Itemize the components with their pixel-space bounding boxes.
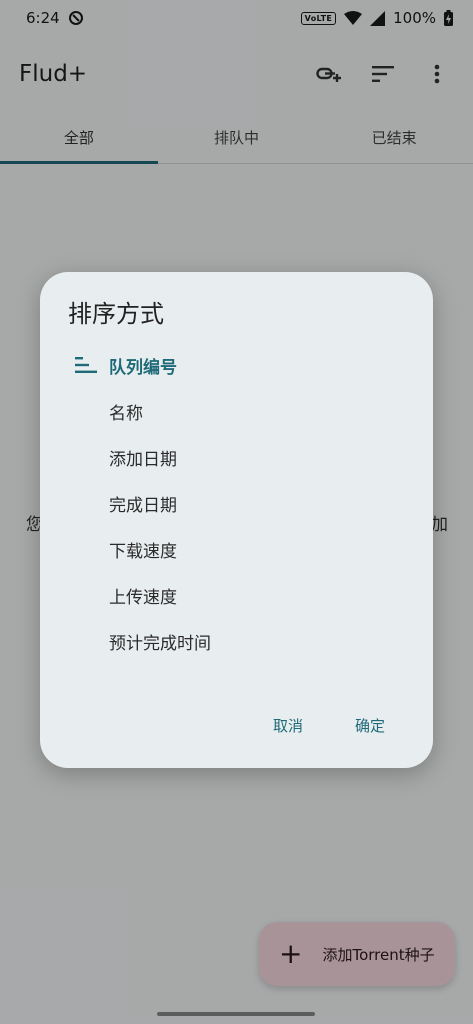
sort-option-label: 名称 <box>109 403 143 424</box>
cancel-button[interactable]: 取消 <box>273 715 303 736</box>
app-root: 6:24 VoLTE 100% Flud+ 全部 排队中 已结束 您 加 + 添… <box>0 0 473 1024</box>
sort-dialog: 排序方式 队列编号 名称 添加日期 完成日期 下载速度 上传速度 预计完成时间 … <box>40 272 433 768</box>
sort-option-date-completed[interactable]: 完成日期 <box>40 480 433 526</box>
sort-option-label: 预计完成时间 <box>109 633 211 654</box>
sort-option-label: 完成日期 <box>109 495 177 516</box>
sort-option-label: 队列编号 <box>109 357 177 378</box>
sort-option-label: 添加日期 <box>109 449 177 470</box>
sort-option-upload-speed[interactable]: 上传速度 <box>40 572 433 618</box>
sort-selected-icon <box>75 357 97 373</box>
dialog-title: 排序方式 <box>68 300 164 328</box>
sort-option-download-speed[interactable]: 下载速度 <box>40 526 433 572</box>
sort-option-eta[interactable]: 预计完成时间 <box>40 618 433 664</box>
dialog-actions: 取消 确定 <box>273 715 385 736</box>
sort-option-label: 下载速度 <box>109 541 177 562</box>
sort-option-label: 上传速度 <box>109 587 177 608</box>
ok-button[interactable]: 确定 <box>355 715 385 736</box>
sort-options-list: 队列编号 名称 添加日期 完成日期 下载速度 上传速度 预计完成时间 <box>40 342 433 664</box>
sort-option-date-added[interactable]: 添加日期 <box>40 434 433 480</box>
sort-option-name[interactable]: 名称 <box>40 388 433 434</box>
sort-option-queue-number[interactable]: 队列编号 <box>40 342 433 388</box>
